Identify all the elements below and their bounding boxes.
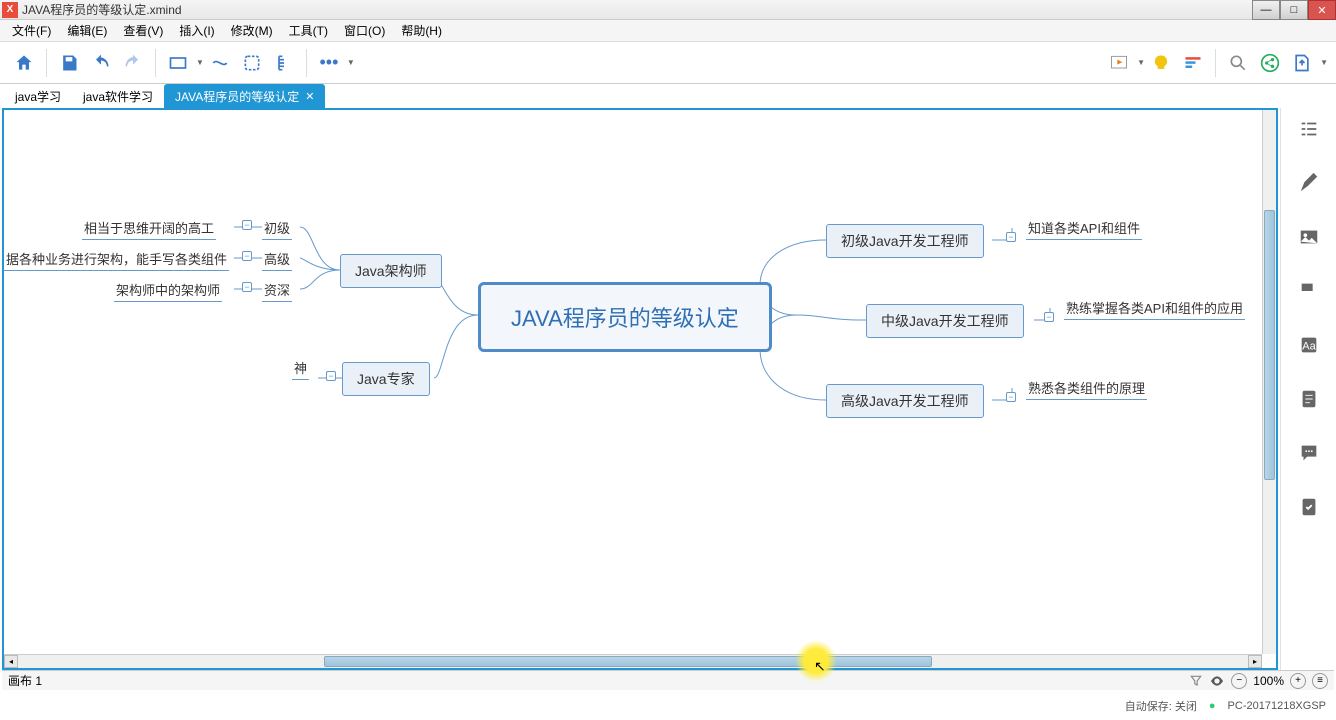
format-icon[interactable]: [1298, 172, 1320, 194]
canvas[interactable]: JAVA程序员的等级认定 初级Java开发工程师 知道各类API和组件 − 中级…: [2, 108, 1278, 670]
notes-icon[interactable]: [1298, 388, 1320, 410]
svg-text:Aa: Aa: [1302, 341, 1316, 353]
menu-window[interactable]: 窗口(O): [336, 20, 393, 41]
task-icon[interactable]: [1298, 496, 1320, 518]
leaf-arch-junior-desc[interactable]: 相当于思维开阔的高工: [82, 218, 216, 240]
export-icon[interactable]: [1288, 49, 1316, 77]
leaf-mid-desc[interactable]: 熟练掌握各类API和组件的应用: [1064, 298, 1245, 320]
tab-java-level[interactable]: JAVA程序员的等级认定 ✕: [164, 84, 325, 108]
undo-icon[interactable]: [87, 49, 115, 77]
window-title: JAVA程序员的等级认定.xmind: [22, 1, 1334, 18]
close-icon[interactable]: ✕: [305, 90, 314, 103]
present-icon[interactable]: [1105, 49, 1133, 77]
node-architect[interactable]: Java架构师: [340, 254, 442, 288]
text-icon[interactable]: Aa: [1298, 334, 1320, 356]
maximize-button[interactable]: □: [1280, 0, 1308, 20]
right-sidebar: Aa: [1280, 108, 1336, 690]
leaf-arch-senior-desc[interactable]: 据各种业务进行架构，能手写各类组件: [4, 249, 229, 271]
leaf-senior-desc[interactable]: 熟悉各类组件的原理: [1026, 378, 1147, 400]
statusbar: 画布 1 − 100% + ≡: [2, 670, 1334, 690]
comments-icon[interactable]: [1298, 442, 1320, 464]
leaf-arch-senior[interactable]: 高级: [262, 249, 292, 271]
layout-icon[interactable]: [164, 49, 192, 77]
idea-icon[interactable]: [1147, 49, 1175, 77]
tab-java-study[interactable]: java学习: [4, 84, 72, 108]
more-icon[interactable]: •••: [315, 49, 343, 77]
scroll-right-button[interactable]: ▸: [1248, 655, 1262, 668]
vertical-scrollbar[interactable]: [1262, 110, 1276, 654]
dropdown-arrow-icon[interactable]: ▼: [1320, 58, 1328, 67]
zoom-in-button[interactable]: +: [1290, 673, 1306, 689]
leaf-arch-expert-desc[interactable]: 架构师中的架构师: [114, 280, 222, 302]
document-tabs: java学习 java软件学习 JAVA程序员的等级认定 ✕: [0, 84, 1336, 108]
collapse-toggle[interactable]: −: [242, 251, 252, 261]
menu-file[interactable]: 文件(F): [4, 20, 59, 41]
gantt-icon[interactable]: [1179, 49, 1207, 77]
relationship-icon[interactable]: [206, 49, 234, 77]
zoom-fit-button[interactable]: ≡: [1312, 673, 1328, 689]
cursor-icon: ↖: [814, 658, 826, 675]
eye-icon[interactable]: [1209, 673, 1225, 689]
app-icon: X: [2, 2, 18, 18]
autosave-status: 自动保存: 关闭: [1125, 698, 1197, 714]
zoom-out-button[interactable]: −: [1231, 673, 1247, 689]
zoom-level: 100%: [1253, 674, 1284, 688]
close-button[interactable]: ✕: [1308, 0, 1336, 20]
horizontal-scrollbar[interactable]: ◂ ▸: [4, 654, 1262, 668]
outline-icon[interactable]: [1298, 118, 1320, 140]
node-senior-dev[interactable]: 高级Java开发工程师: [826, 384, 984, 418]
leaf-expert-desc[interactable]: 神: [292, 358, 309, 380]
tab-label: JAVA程序员的等级认定: [175, 88, 299, 105]
summary-icon[interactable]: [270, 49, 298, 77]
menu-insert[interactable]: 插入(I): [171, 20, 222, 41]
toolbar: ▼ ••• ▼ ▼ ▼: [0, 42, 1336, 84]
menubar: 文件(F) 编辑(E) 查看(V) 插入(I) 修改(M) 工具(T) 窗口(O…: [0, 20, 1336, 42]
footer: 自动保存: 关闭 ● PC-20171218XGSP: [0, 692, 1336, 720]
leaf-junior-desc[interactable]: 知道各类API和组件: [1026, 218, 1142, 240]
titlebar: X JAVA程序员的等级认定.xmind — □ ✕: [0, 0, 1336, 20]
redo-icon[interactable]: [119, 49, 147, 77]
menu-modify[interactable]: 修改(M): [223, 20, 281, 41]
collapse-toggle[interactable]: −: [1006, 232, 1016, 242]
central-topic[interactable]: JAVA程序员的等级认定: [478, 282, 772, 352]
menu-help[interactable]: 帮助(H): [393, 20, 450, 41]
host-name: PC-20171218XGSP: [1228, 700, 1326, 712]
filter-icon[interactable]: [1189, 674, 1203, 688]
dropdown-arrow-icon[interactable]: ▼: [196, 58, 204, 67]
dropdown-arrow-icon[interactable]: ▼: [1137, 58, 1145, 67]
menu-view[interactable]: 查看(V): [115, 20, 171, 41]
scroll-left-button[interactable]: ◂: [4, 655, 18, 668]
menu-tools[interactable]: 工具(T): [281, 20, 336, 41]
collapse-toggle[interactable]: −: [242, 220, 252, 230]
sheet-tab[interactable]: 画布 1: [8, 672, 42, 689]
marker-icon[interactable]: [1298, 280, 1320, 302]
collapse-toggle[interactable]: −: [326, 371, 336, 381]
scrollbar-thumb[interactable]: [1264, 210, 1275, 480]
dropdown-arrow-icon[interactable]: ▼: [347, 58, 355, 67]
image-icon[interactable]: [1298, 226, 1320, 248]
window-buttons: — □ ✕: [1252, 0, 1336, 20]
search-icon[interactable]: [1224, 49, 1252, 77]
minimize-button[interactable]: —: [1252, 0, 1280, 20]
node-junior-dev[interactable]: 初级Java开发工程师: [826, 224, 984, 258]
leaf-arch-junior[interactable]: 初级: [262, 218, 292, 240]
collapse-toggle[interactable]: −: [242, 282, 252, 292]
collapse-toggle[interactable]: −: [1044, 312, 1054, 322]
scrollbar-thumb[interactable]: [324, 656, 932, 667]
boundary-icon[interactable]: [238, 49, 266, 77]
save-icon[interactable]: [55, 49, 83, 77]
node-expert[interactable]: Java专家: [342, 362, 430, 396]
menu-edit[interactable]: 编辑(E): [59, 20, 115, 41]
share-icon[interactable]: [1256, 49, 1284, 77]
node-mid-dev[interactable]: 中级Java开发工程师: [866, 304, 1024, 338]
collapse-toggle[interactable]: −: [1006, 392, 1016, 402]
leaf-arch-expert[interactable]: 资深: [262, 280, 292, 302]
home-icon[interactable]: [10, 49, 38, 77]
tab-java-software[interactable]: java软件学习: [72, 84, 164, 108]
